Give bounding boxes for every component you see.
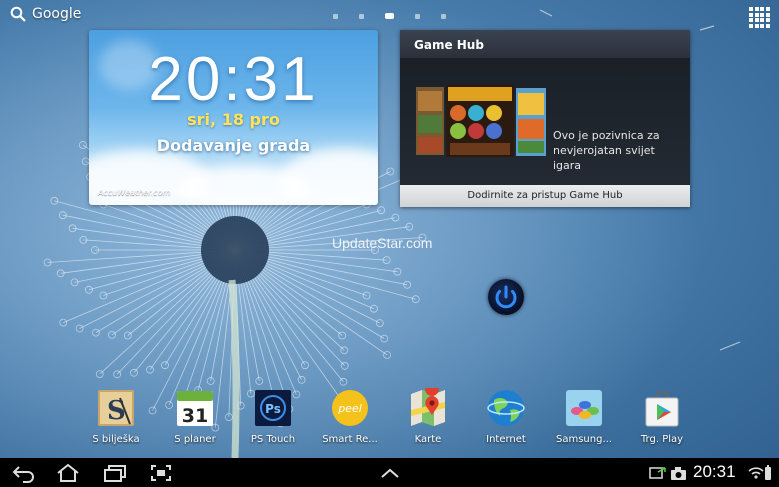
page-dot-3[interactable]	[385, 13, 394, 19]
app-label: Internet	[486, 434, 526, 445]
game-covers-image	[416, 85, 546, 157]
svg-text:S: S	[107, 396, 126, 426]
samsung-apps-icon	[564, 388, 604, 428]
home-icon	[57, 463, 79, 482]
weather-clock-widget[interactable]: 20:31 sri, 18 pro Dodavanje grada AccuWe…	[89, 30, 378, 205]
camera-icon	[671, 467, 686, 480]
search-icon	[10, 6, 26, 22]
recent-apps-icon	[104, 465, 126, 482]
app-drawer-button[interactable]	[749, 7, 770, 28]
mini-apps-tray-button[interactable]	[377, 463, 403, 483]
game-hub-open-button[interactable]: Dodirnite za pristup Game Hub	[400, 185, 690, 207]
power-icon	[495, 285, 517, 309]
app-label: Karte	[414, 434, 442, 445]
page-indicator	[333, 13, 446, 19]
ps-glyph: Ps	[265, 402, 281, 416]
app-smart-remote[interactable]: peel Smart Re...	[315, 388, 385, 445]
smart-remote-icon: peel	[330, 388, 370, 428]
clock-date: sri, 18 pro	[187, 110, 280, 129]
app-s-planner[interactable]: 31 S planer	[160, 388, 230, 445]
peel-glyph: peel	[337, 402, 362, 415]
app-label: Trg. Play	[640, 434, 684, 445]
game-hub-widget[interactable]: Game Hub Ovo je pozivnica za nevjerojata…	[400, 30, 690, 207]
page-dot-1[interactable]	[333, 13, 338, 19]
app-maps[interactable]: Karte	[393, 382, 463, 445]
accuweather-brand: AccuWeather.com	[98, 188, 171, 197]
screen-mirroring-status[interactable]	[648, 463, 668, 483]
chevron-up-icon	[381, 468, 399, 478]
app-play-store[interactable]: Trg. Play	[627, 388, 697, 445]
ps-touch-icon: Ps	[253, 388, 293, 428]
watermark-text: UpdateStar.com	[332, 235, 433, 251]
maps-icon	[408, 382, 448, 428]
screenshot-button[interactable]	[148, 463, 174, 483]
app-label: S planer	[174, 434, 216, 445]
clock-time: 20:31	[148, 45, 319, 114]
app-label: S bilješka	[92, 434, 140, 445]
apps-grid-icon	[749, 7, 753, 11]
system-navigation-bar: 20:31	[0, 458, 779, 487]
app-label: Smart Re...	[322, 434, 378, 445]
power-toggle-button[interactable]	[488, 279, 524, 315]
camera-status[interactable]	[669, 463, 689, 483]
back-button[interactable]	[11, 463, 37, 483]
google-search-label: Google	[32, 6, 82, 22]
screenshot-icon	[151, 465, 171, 481]
app-label: PS Touch	[250, 434, 296, 445]
game-hub-title: Game Hub	[400, 30, 690, 58]
s-planner-icon: 31	[175, 388, 215, 428]
google-search-bar[interactable]: Google	[10, 6, 81, 22]
app-ps-touch[interactable]: Ps PS Touch	[238, 388, 308, 445]
planner-day: 31	[182, 405, 208, 427]
s-note-icon: S	[96, 388, 136, 428]
app-s-note[interactable]: S S bilješka	[81, 388, 151, 445]
page-dot-2[interactable]	[359, 13, 364, 19]
app-dock: S S bilješka 31 S planer Ps PS Touch pee…	[0, 382, 779, 448]
wifi-battery-icon	[748, 465, 771, 480]
play-store-icon	[642, 388, 682, 428]
game-hub-description: Ovo je pozivnica za nevjerojatan svijet …	[553, 129, 660, 172]
app-internet[interactable]: Internet	[471, 388, 541, 445]
page-dot-4[interactable]	[415, 13, 420, 19]
back-icon	[12, 466, 34, 483]
app-label: Samsung...	[556, 434, 612, 445]
recent-apps-button[interactable]	[102, 463, 128, 483]
screen-mirroring-icon	[649, 467, 666, 479]
internet-icon	[486, 388, 526, 428]
add-city-label[interactable]: Dodavanje grada	[89, 136, 378, 155]
page-dot-5[interactable]	[441, 13, 446, 19]
app-samsung-apps[interactable]: Samsung...	[549, 388, 619, 445]
status-indicators[interactable]	[747, 463, 773, 483]
home-button[interactable]	[55, 463, 81, 483]
status-clock[interactable]: 20:31	[693, 462, 736, 482]
